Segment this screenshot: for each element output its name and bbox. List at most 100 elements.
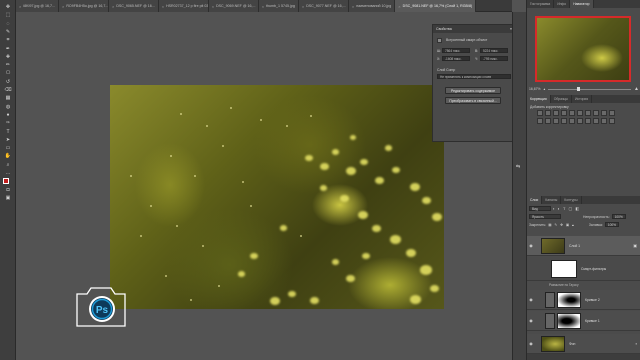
- tab-paths[interactable]: Контуры: [561, 196, 582, 204]
- brush-icon[interactable]: ✏: [3, 62, 13, 68]
- close-tab-icon[interactable]: ×: [162, 4, 164, 9]
- document-tab[interactable]: × i8KI97.jpg @ 16,7...: [16, 0, 59, 12]
- document-tab[interactable]: × DSC_9069.NEF @ 16,...: [208, 0, 259, 12]
- tab-adjustments[interactable]: Коррекция: [527, 95, 551, 103]
- layer-comp-select[interactable]: Не применять к композиции слоев: [437, 74, 511, 79]
- smart-filters-label[interactable]: Смарт-фильтры: [581, 267, 606, 271]
- quick-select-icon[interactable]: ✎: [3, 29, 13, 35]
- blur-icon[interactable]: ◍: [3, 104, 13, 110]
- height-field[interactable]: 5224 пикс.: [480, 48, 508, 53]
- adjustment-type-icon[interactable]: [601, 118, 607, 124]
- eraser-icon[interactable]: ⌫: [3, 87, 13, 93]
- screen-mode-icon[interactable]: ▣: [3, 195, 13, 201]
- tab-layers[interactable]: Слои: [527, 196, 543, 204]
- adjustment-type-icon[interactable]: [537, 118, 543, 124]
- adjustment-type-icon[interactable]: [545, 118, 551, 124]
- pen-icon[interactable]: ✑: [3, 120, 13, 126]
- adjustment-type-icon[interactable]: [601, 110, 607, 116]
- tab-history[interactable]: История: [572, 95, 593, 103]
- document-tab[interactable]: × thumb_1 5745.jpg: [258, 0, 299, 12]
- eyedropper-icon[interactable]: ✒: [3, 46, 13, 52]
- zoom-slider-knob[interactable]: [577, 87, 581, 91]
- close-tab-icon[interactable]: ×: [262, 4, 264, 9]
- filter-icons[interactable]: ▪ ◐ T ▢ ◧: [553, 206, 580, 211]
- blend-mode-select[interactable]: Яркость: [529, 214, 561, 219]
- zoom-icon[interactable]: ⌕: [3, 162, 13, 168]
- tab-info[interactable]: Инфо: [554, 0, 571, 8]
- history-brush-icon[interactable]: ↺: [3, 79, 13, 85]
- panel-toggle-icon[interactable]: ⇆: [516, 164, 520, 170]
- adjustment-type-icon[interactable]: [537, 110, 543, 116]
- move-icon[interactable]: ✥: [3, 4, 13, 10]
- adjustment-type-icon[interactable]: [577, 118, 583, 124]
- layer-kind-select[interactable]: Вид: [529, 206, 551, 211]
- fill-field[interactable]: 100%: [604, 222, 620, 227]
- adjustment-type-icon[interactable]: [545, 110, 551, 116]
- more-icon[interactable]: …: [3, 170, 13, 176]
- visibility-eye-icon[interactable]: ◉: [527, 318, 535, 323]
- close-tab-icon[interactable]: ×: [352, 4, 354, 9]
- close-tab-icon[interactable]: ×: [398, 4, 400, 9]
- opacity-field[interactable]: 100%: [611, 214, 626, 219]
- adjustment-type-icon[interactable]: [553, 118, 559, 124]
- adjustment-type-icon[interactable]: [561, 118, 567, 124]
- document-tab[interactable]: × наименований 10.jpg: [348, 0, 396, 12]
- visibility-eye-icon[interactable]: ◉: [527, 297, 535, 302]
- width-field[interactable]: 7864 пикс.: [442, 48, 470, 53]
- convert-to-linked-button[interactable]: Преобразовать в связанный...: [445, 97, 501, 104]
- adjustment-type-icon[interactable]: [577, 110, 583, 116]
- document-tab[interactable]: × DSC_9081.NEF @ 16,7% (Слой 1, RGB/8): [395, 0, 477, 12]
- adjustment-type-icon[interactable]: [609, 118, 615, 124]
- close-tab-icon[interactable]: ×: [302, 4, 304, 9]
- visibility-eye-icon[interactable]: ◉: [527, 341, 535, 346]
- adjustment-type-icon[interactable]: [593, 110, 599, 116]
- edit-contents-button[interactable]: Редактировать содержимое: [445, 87, 501, 94]
- layer-row-layer1[interactable]: ◉ Слой 1 ▣: [527, 236, 640, 256]
- visibility-eye-icon[interactable]: ◉: [527, 243, 535, 248]
- smart-filter-row[interactable]: Смарт-фильтры: [527, 257, 640, 281]
- tab-navigator[interactable]: Навигатор: [570, 0, 594, 8]
- zoom-value[interactable]: 16,67%: [529, 87, 541, 91]
- path-select-icon[interactable]: ➤: [3, 137, 13, 143]
- document-tab[interactable]: × RO9FB4H5o.jpg @ 16,7...: [58, 0, 109, 12]
- document-tab[interactable]: × DSC_9065.NEF @ 16...: [108, 0, 159, 12]
- layer-row-curves1[interactable]: ◉ Кривые 1: [527, 311, 640, 331]
- lasso-icon[interactable]: ◌: [3, 21, 13, 27]
- document-tab[interactable]: ×HSR02737_12 p fire pit 03.jpg: [158, 0, 209, 12]
- adjustment-type-icon[interactable]: [593, 118, 599, 124]
- gradient-icon[interactable]: ▦: [3, 95, 13, 101]
- y-field[interactable]: -795 пикс.: [480, 56, 508, 61]
- marquee-icon[interactable]: ⬚: [3, 12, 13, 18]
- lock-icons[interactable]: ▦ ✎ ✥ ▣ 🔒︎: [548, 223, 575, 227]
- shape-icon[interactable]: ▭: [3, 145, 13, 151]
- adjustment-type-icon[interactable]: [585, 110, 591, 116]
- layer-name[interactable]: Кривые 1: [585, 319, 600, 323]
- crop-icon[interactable]: ⌗: [3, 37, 13, 43]
- tab-swatches[interactable]: Образцы: [551, 95, 572, 103]
- foreground-color-icon[interactable]: [3, 178, 9, 185]
- zoom-in-icon[interactable]: ▲: [634, 86, 639, 92]
- tab-histogram[interactable]: Гистограмма: [527, 0, 555, 8]
- adjustment-type-icon[interactable]: [561, 110, 567, 116]
- adjustment-type-icon[interactable]: [569, 118, 575, 124]
- quick-mask-icon[interactable]: ◘: [3, 187, 13, 193]
- x-field[interactable]: -1608 пикс.: [442, 56, 470, 61]
- dodge-icon[interactable]: ●: [3, 112, 13, 118]
- adjustment-type-icon[interactable]: [553, 110, 559, 116]
- layer-row-curves2[interactable]: ◉ Кривые 2: [527, 290, 640, 310]
- layer-name[interactable]: Слой 1: [569, 244, 580, 248]
- healing-icon[interactable]: ✚: [3, 54, 13, 60]
- document-image[interactable]: [110, 85, 444, 309]
- layer-name[interactable]: Фон: [569, 342, 575, 346]
- navigator-preview[interactable]: [535, 16, 631, 82]
- type-icon[interactable]: T: [3, 129, 13, 135]
- document-tab[interactable]: × DSC_9077.NEF @ 16,...: [298, 0, 349, 12]
- tab-channels[interactable]: Каналы: [542, 196, 562, 204]
- close-tab-icon[interactable]: ×: [212, 4, 214, 9]
- close-tab-icon[interactable]: ×: [19, 4, 21, 9]
- hand-icon[interactable]: ✋: [3, 153, 13, 159]
- zoom-slider[interactable]: [548, 87, 632, 91]
- close-tab-icon[interactable]: ×: [112, 4, 114, 9]
- adjustment-type-icon[interactable]: [585, 118, 591, 124]
- layer-row-background[interactable]: ◉ Фон ▪: [527, 334, 640, 354]
